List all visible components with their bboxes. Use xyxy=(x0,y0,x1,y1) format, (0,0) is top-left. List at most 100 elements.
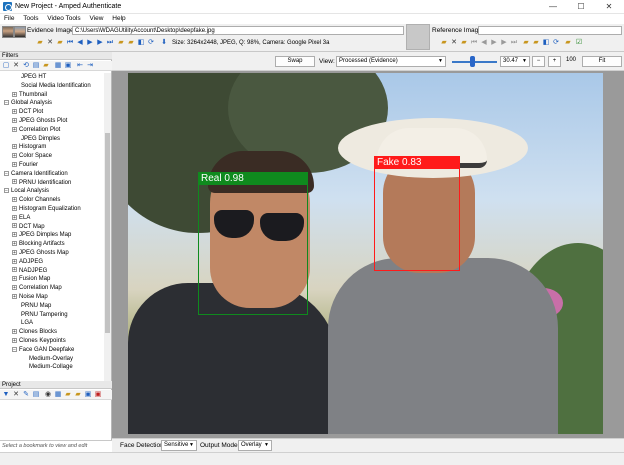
expand-node-icon[interactable]: + xyxy=(12,161,17,167)
filter-tree-item[interactable]: + PRNU Identification xyxy=(0,179,104,188)
zoom-slider-handle[interactable] xyxy=(470,56,475,67)
view-icon[interactable]: ◉ xyxy=(44,391,52,399)
filter-tree-item[interactable]: − Global Analysis xyxy=(0,99,104,108)
filter-tree-item[interactable]: Social Media Identification xyxy=(0,82,104,91)
play-icon[interactable]: ▶ xyxy=(86,39,94,47)
swap-button[interactable]: Swap xyxy=(275,56,315,67)
face-detection-select[interactable]: Sensitive ▼ xyxy=(161,440,197,451)
report-icon[interactable]: ▤ xyxy=(32,391,40,399)
filter-tree-item[interactable]: + Color Channels xyxy=(0,196,104,205)
open-project-icon[interactable]: ▦ xyxy=(54,391,62,399)
filter-tree-item[interactable]: Medium-Collage xyxy=(0,363,104,372)
evidence-path-field[interactable]: C:\Users\WDAGUtilityAccount\Desktop\deep… xyxy=(72,26,404,35)
filter-tree-item[interactable]: + DCT Plot xyxy=(0,108,104,117)
ref-next-icon[interactable]: ▶ xyxy=(500,39,508,47)
ref-open-folder-icon[interactable]: ▰ xyxy=(440,39,448,47)
expand-node-icon[interactable]: + xyxy=(12,214,17,220)
evidence-thumbnail-1[interactable] xyxy=(2,26,14,38)
menu-tools[interactable]: Tools xyxy=(23,14,38,24)
filter-tree-item[interactable]: PRNU Map xyxy=(0,302,104,311)
expand-node-icon[interactable]: + xyxy=(12,267,17,273)
evidence-thumbnail-2[interactable] xyxy=(14,26,26,38)
maximize-button[interactable]: ☐ xyxy=(568,0,594,14)
filter-tree-item[interactable]: Medium-Overlay xyxy=(0,355,104,364)
ref-bookmark-icon[interactable]: ▰ xyxy=(532,39,540,47)
menu-file[interactable]: File xyxy=(4,14,14,24)
collapse-icon[interactable]: ⇤ xyxy=(76,62,84,70)
bookmark-filter-icon[interactable]: ▤ xyxy=(32,62,40,70)
open-folder-icon[interactable]: ▰ xyxy=(36,39,44,47)
new-filter-icon[interactable]: ▢ xyxy=(2,62,10,70)
save-filter-icon[interactable]: ▦ xyxy=(54,62,62,70)
expand-node-icon[interactable]: + xyxy=(12,241,17,247)
expand-icon[interactable]: ⇥ xyxy=(86,62,94,70)
ref-previous-icon[interactable]: ◀ xyxy=(480,39,488,47)
refresh-icon[interactable]: ⟳ xyxy=(147,39,155,47)
expand-node-icon[interactable]: + xyxy=(12,249,17,255)
filter-tree-item[interactable]: JPEG HT xyxy=(0,73,104,82)
remove-filter-icon[interactable]: ✕ xyxy=(12,62,20,70)
collapse-node-icon[interactable]: − xyxy=(12,346,17,352)
collapse-node-icon[interactable]: − xyxy=(4,100,9,106)
expand-node-icon[interactable]: + xyxy=(12,258,17,264)
filter-tree-item[interactable]: + Clones Keypoints xyxy=(0,337,104,346)
ref-last-icon[interactable]: ⏭ xyxy=(510,39,518,47)
disk-icon[interactable]: ▣ xyxy=(84,391,92,399)
filter-tree-item[interactable]: + Fourier xyxy=(0,161,104,170)
close-window-button[interactable]: ✕ xyxy=(596,0,622,14)
expand-node-icon[interactable]: + xyxy=(12,232,17,238)
pdf-icon[interactable]: ▣ xyxy=(94,391,102,399)
ref-play-icon[interactable]: ▶ xyxy=(490,39,498,47)
expand-node-icon[interactable]: + xyxy=(12,109,17,115)
first-icon[interactable]: ⏮ xyxy=(66,39,74,47)
folder-project-icon[interactable]: ▰ xyxy=(64,391,72,399)
reference-path-field[interactable] xyxy=(478,26,622,35)
filter-tree-item[interactable]: + ELA xyxy=(0,214,104,223)
ref-open-plus-icon[interactable]: ▰ xyxy=(460,39,468,47)
zoom-in-button[interactable]: + xyxy=(548,56,561,67)
ref-first-icon[interactable]: ⏮ xyxy=(470,39,478,47)
expand-node-icon[interactable]: + xyxy=(12,197,17,203)
filter-tree-item[interactable]: + NADJPEG xyxy=(0,267,104,276)
zoom-out-button[interactable]: − xyxy=(532,56,545,67)
image-viewport[interactable]: Real 0.98 Fake 0.83 xyxy=(112,71,624,438)
export-filter-icon[interactable]: ▰ xyxy=(42,62,50,70)
collapse-node-icon[interactable]: − xyxy=(4,188,9,194)
filter-tree-item[interactable]: JPEG Dimples xyxy=(0,135,104,144)
export-icon[interactable]: ◧ xyxy=(137,39,145,47)
filter-tree-item[interactable]: + Blocking Artifacts xyxy=(0,240,104,249)
expand-node-icon[interactable]: + xyxy=(12,144,17,150)
ref-refresh-icon[interactable]: ⟳ xyxy=(552,39,560,47)
expand-node-icon[interactable]: + xyxy=(12,293,17,299)
filter-tree-item[interactable]: + Fusion Map xyxy=(0,275,104,284)
filter-funnel-icon[interactable]: ▼ xyxy=(2,391,10,399)
expand-node-icon[interactable]: + xyxy=(12,205,17,211)
expand-node-icon[interactable]: + xyxy=(12,337,17,343)
expand-node-icon[interactable]: + xyxy=(12,126,17,132)
filter-tree-item[interactable]: + JPEG Ghosts Plot xyxy=(0,117,104,126)
filter-tree-item[interactable]: + Clones Blocks xyxy=(0,328,104,337)
filter-tree-item[interactable]: + Noise Map xyxy=(0,293,104,302)
fit-button[interactable]: Fit xyxy=(582,56,622,67)
filter-tree-item[interactable]: − Camera Identification xyxy=(0,170,104,179)
edit-bookmark-icon[interactable]: ✎ xyxy=(22,391,30,399)
ref-export-icon[interactable]: ◧ xyxy=(542,39,550,47)
output-mode-select[interactable]: Overlay ▼ xyxy=(238,440,272,451)
expand-node-icon[interactable]: + xyxy=(12,285,17,291)
expand-node-icon[interactable]: + xyxy=(12,329,17,335)
expand-node-icon[interactable]: + xyxy=(12,91,17,97)
ref-compare-icon[interactable]: ▰ xyxy=(564,39,572,47)
filter-tree-item[interactable]: LGA xyxy=(0,319,104,328)
save-project-icon[interactable]: ▰ xyxy=(74,391,82,399)
expand-node-icon[interactable]: + xyxy=(12,179,17,185)
info-icon[interactable]: ⬇ xyxy=(160,39,168,47)
filter-tree-item[interactable]: + Histogram xyxy=(0,143,104,152)
print-filter-icon[interactable]: ▣ xyxy=(64,62,72,70)
menu-view[interactable]: View xyxy=(89,14,103,24)
filter-tree-item[interactable]: + JPEG Ghosts Map xyxy=(0,249,104,258)
zoom-input[interactable]: 30.47 ▼ xyxy=(500,56,530,67)
folder-icon[interactable]: ▰ xyxy=(117,39,125,47)
apply-filter-icon[interactable]: ⟲ xyxy=(22,62,30,70)
filter-tree-scrollbar[interactable] xyxy=(104,73,111,381)
expand-node-icon[interactable]: + xyxy=(12,223,17,229)
